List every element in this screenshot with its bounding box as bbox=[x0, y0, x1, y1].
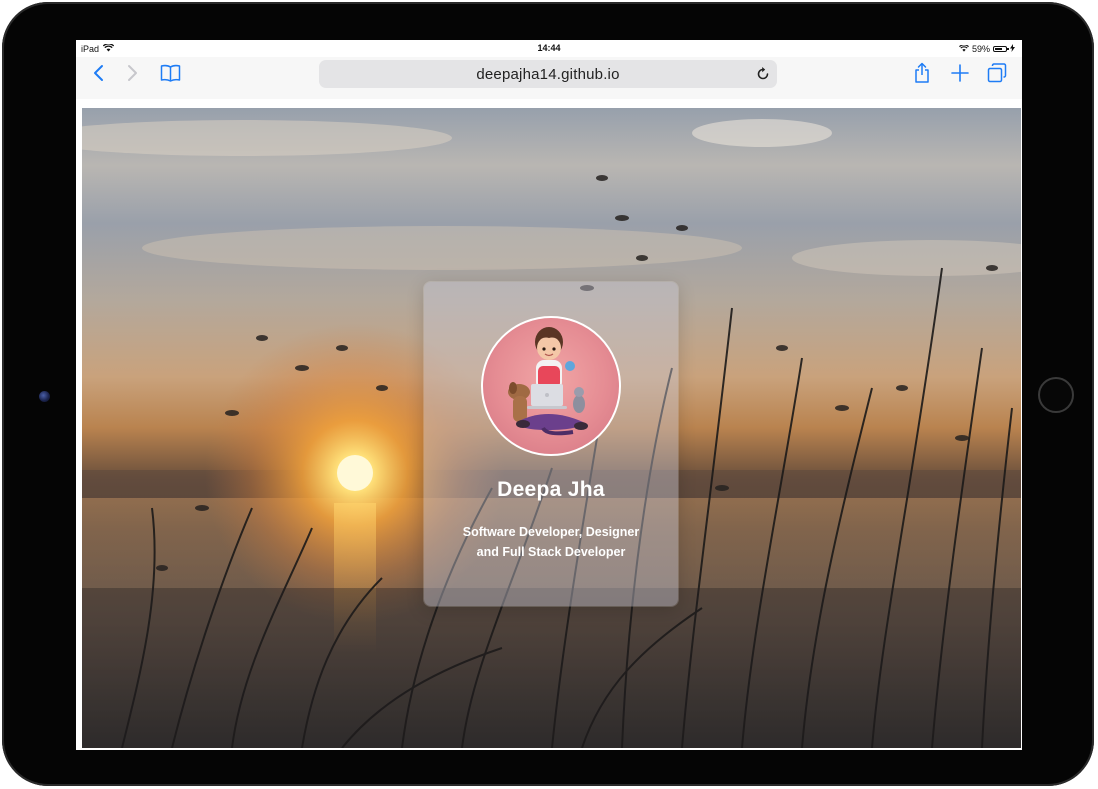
chevron-right-icon[interactable] bbox=[122, 62, 144, 84]
charging-icon bbox=[1010, 44, 1015, 54]
tabs-icon[interactable] bbox=[986, 62, 1008, 84]
profile-role-line-1: Software Developer, Designer bbox=[462, 525, 640, 539]
chevron-left-icon[interactable] bbox=[87, 62, 109, 84]
ipad-screen: iPad 14:44 59% deepajha14.github.io Deep… bbox=[76, 40, 1022, 750]
status-right: 59% bbox=[959, 44, 1015, 54]
battery-percent: 59% bbox=[971, 44, 990, 54]
book-icon[interactable] bbox=[159, 62, 181, 84]
profile-role: Software Developer, Designer and Full St… bbox=[444, 522, 658, 562]
avatar-illustration bbox=[508, 327, 588, 436]
front-camera bbox=[39, 391, 50, 402]
share-icon[interactable] bbox=[911, 62, 933, 84]
reload-icon[interactable] bbox=[755, 66, 771, 82]
avatar bbox=[481, 316, 621, 456]
plus-icon[interactable] bbox=[949, 62, 971, 84]
wifi-icon bbox=[959, 44, 969, 54]
profile-role-line-2: and Full Stack Developer bbox=[476, 545, 626, 559]
profile-card: Deepa Jha Software Developer, Designer a… bbox=[424, 282, 678, 606]
home-button[interactable] bbox=[1038, 377, 1074, 413]
web-page: Deepa Jha Software Developer, Designer a… bbox=[82, 108, 1021, 748]
ipad-frame: iPad 14:44 59% deepajha14.github.io Deep… bbox=[2, 2, 1094, 786]
address-bar[interactable]: deepajha14.github.io bbox=[319, 60, 777, 88]
status-time: 14:44 bbox=[537, 43, 561, 53]
profile-name: Deepa Jha bbox=[497, 478, 605, 501]
status-bar: iPad 14:44 59% bbox=[76, 40, 1022, 57]
browser-toolbar: deepajha14.github.io bbox=[76, 57, 1022, 99]
battery-icon bbox=[993, 46, 1009, 52]
url-text[interactable]: deepajha14.github.io bbox=[319, 66, 777, 83]
